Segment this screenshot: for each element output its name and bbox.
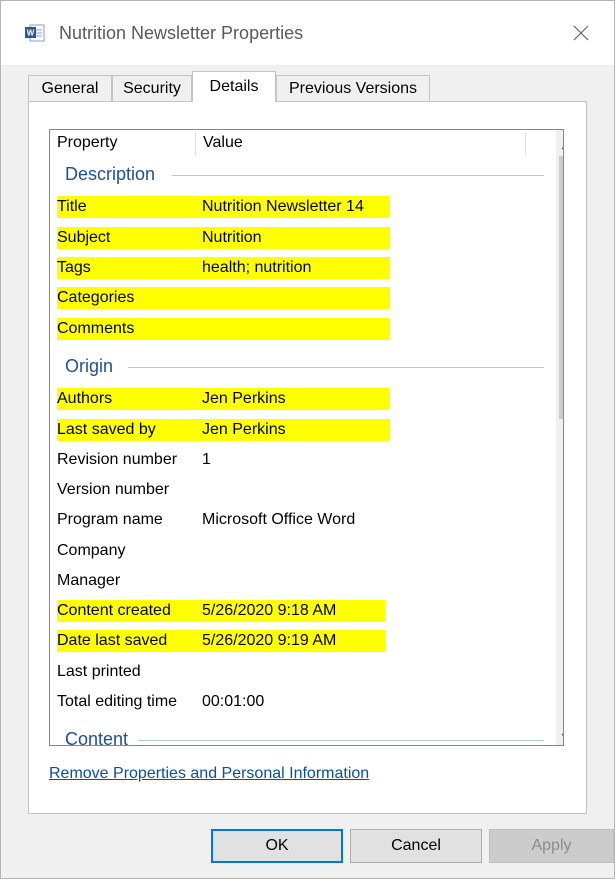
- property-name: Title: [57, 198, 87, 215]
- property-row-subject[interactable]: Subject Nutrition: [57, 227, 390, 249]
- group-header-description: Description: [65, 164, 156, 184]
- property-row-program-name[interactable]: Program name Microsoft Office Word: [57, 509, 390, 531]
- property-name: Date last saved: [57, 632, 168, 649]
- tab-general[interactable]: General: [28, 75, 112, 101]
- property-name: Company: [57, 542, 126, 559]
- property-value: 5/26/2020 9:19 AM: [202, 632, 337, 649]
- svg-text:W: W: [27, 29, 35, 38]
- column-value-header[interactable]: Value: [203, 134, 243, 152]
- property-name: Total editing time: [57, 693, 178, 710]
- property-value: Nutrition: [202, 229, 262, 246]
- property-name: Version number: [57, 481, 170, 498]
- chevron-up-icon: [560, 137, 563, 153]
- properties-dialog: W Nutrition Newsletter Properties Genera…: [0, 0, 615, 879]
- group-divider: [172, 175, 544, 176]
- column-header: Property Value: [50, 130, 555, 157]
- property-name: Subject: [57, 229, 111, 246]
- close-button[interactable]: [567, 19, 595, 47]
- cancel-button[interactable]: Cancel: [350, 829, 482, 863]
- tab-previous-versions[interactable]: Previous Versions: [276, 75, 430, 101]
- property-name: Revision number: [57, 451, 178, 468]
- property-name: Last printed: [57, 663, 141, 680]
- property-row-total-editing-time[interactable]: Total editing time 00:01:00: [57, 691, 390, 713]
- group-header-content: Content: [65, 729, 129, 746]
- scroll-up-button[interactable]: [556, 134, 563, 156]
- property-name: Authors: [57, 390, 113, 407]
- property-name: Program name: [57, 511, 163, 528]
- group-header-origin: Origin: [65, 356, 114, 376]
- group-divider: [138, 740, 544, 741]
- property-value: Microsoft Office Word: [202, 511, 356, 528]
- chevron-down-icon: [560, 728, 563, 744]
- property-row-title[interactable]: Title Nutrition Newsletter 14: [57, 196, 390, 218]
- title-bar: W Nutrition Newsletter Properties: [1, 1, 614, 65]
- property-row-comments[interactable]: Comments: [57, 318, 390, 340]
- column-property-header[interactable]: Property: [57, 134, 117, 152]
- property-value: 00:01:00: [202, 693, 265, 710]
- remove-properties-link[interactable]: Remove Properties and Personal Informati…: [49, 765, 369, 783]
- scroll-down-button[interactable]: [556, 725, 563, 745]
- tab-details[interactable]: Details: [192, 71, 276, 102]
- property-name: Content created: [57, 602, 171, 619]
- property-value: health; nutrition: [202, 259, 312, 276]
- details-panel: Property Value Description Title Nutriti…: [28, 101, 587, 814]
- scroll-thumb[interactable]: [559, 156, 563, 419]
- property-value: 5/26/2020 9:18 AM: [202, 602, 337, 619]
- property-row-revision-number[interactable]: Revision number 1: [57, 449, 390, 471]
- property-name: Tags: [57, 259, 91, 276]
- property-row-authors[interactable]: Authors Jen Perkins: [57, 388, 390, 410]
- tab-security[interactable]: Security: [112, 75, 192, 101]
- apply-button[interactable]: Apply: [489, 829, 614, 863]
- property-row-last-saved-by[interactable]: Last saved by Jen Perkins: [57, 419, 390, 441]
- ok-button[interactable]: OK: [211, 829, 343, 863]
- property-row-company[interactable]: Company: [57, 540, 390, 562]
- column-divider[interactable]: [195, 132, 196, 156]
- property-row-tags[interactable]: Tags health; nutrition: [57, 257, 390, 279]
- property-row-date-last-saved[interactable]: Date last saved 5/26/2020 9:19 AM: [57, 630, 385, 652]
- property-row-content-created[interactable]: Content created 5/26/2020 9:18 AM: [57, 600, 385, 622]
- property-row-manager[interactable]: Manager: [57, 570, 390, 592]
- word-document-icon: W: [25, 24, 45, 42]
- property-name: Comments: [57, 320, 135, 337]
- property-value: Jen Perkins: [202, 390, 286, 407]
- tab-strip: General Security Details Previous Versio…: [28, 71, 588, 102]
- vertical-scrollbar[interactable]: [556, 130, 563, 745]
- property-row-version-number[interactable]: Version number: [57, 479, 390, 501]
- property-row-categories[interactable]: Categories: [57, 287, 390, 309]
- property-value: Nutrition Newsletter 14: [202, 198, 364, 215]
- group-divider: [128, 367, 544, 368]
- property-value: Jen Perkins: [202, 421, 286, 438]
- property-row-last-printed[interactable]: Last printed: [57, 661, 390, 683]
- window-title: Nutrition Newsletter Properties: [59, 23, 304, 43]
- property-name: Last saved by: [57, 421, 156, 438]
- property-name: Categories: [57, 289, 135, 306]
- property-name: Manager: [57, 572, 121, 589]
- close-icon: [573, 21, 589, 46]
- property-value: 1: [202, 451, 211, 468]
- properties-list[interactable]: Property Value Description Title Nutriti…: [49, 129, 564, 746]
- column-divider[interactable]: [525, 132, 526, 156]
